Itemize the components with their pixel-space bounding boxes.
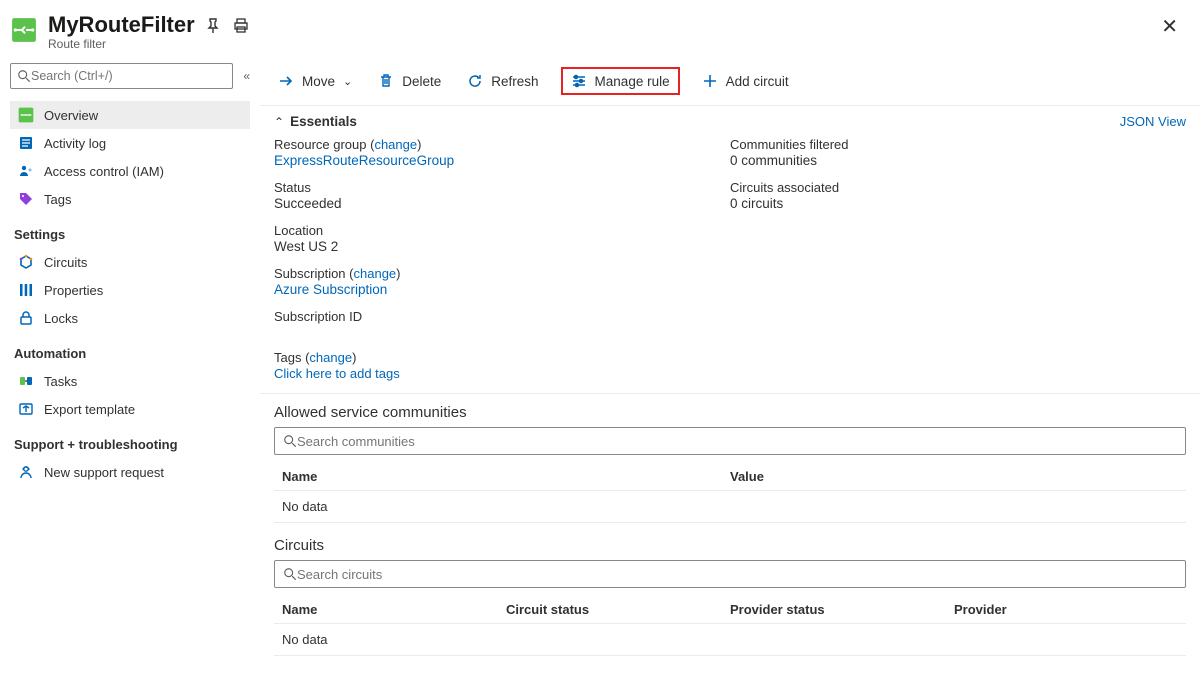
locks-icon [18,310,34,326]
sidebar-item-tasks[interactable]: Tasks [10,367,250,395]
overview-icon [18,107,34,123]
sidebar-section-support: Support + troubleshooting [10,423,250,458]
sidebar-item-label: New support request [44,465,164,480]
sidebar-search-input[interactable] [31,69,226,83]
sidebar-item-label: Overview [44,108,98,123]
refresh-button[interactable]: Refresh [463,69,542,93]
search-icon [17,69,31,83]
sidebar-item-overview[interactable]: Overview [10,101,250,129]
col-value: Value [730,469,1178,484]
rg-value-link[interactable]: ExpressRouteResourceGroup [274,153,454,168]
properties-icon [18,282,34,298]
support-icon [18,464,34,480]
print-icon[interactable] [233,18,249,37]
cmd-label: Add circuit [726,74,789,89]
sub-change-link[interactable]: change [354,266,397,281]
cmd-label: Manage rule [595,74,670,89]
export-template-icon [18,401,34,417]
communities-value: 0 communities [730,153,1186,168]
circuits-search-input[interactable] [297,567,1177,582]
col-provider-status: Provider status [730,602,954,617]
manage-rule-button[interactable]: Manage rule [561,67,680,95]
search-icon [283,567,297,581]
refresh-icon [467,73,483,89]
add-icon [702,73,718,89]
no-data-row: No data [282,632,506,647]
rg-label: Resource group (change) [274,137,730,152]
location-label: Location [274,223,730,238]
status-label: Status [274,180,730,195]
communities-label: Communities filtered [730,137,1186,152]
sidebar-item-iam[interactable]: Access control (IAM) [10,157,250,185]
col-provider: Provider [954,602,1178,617]
command-bar: Move ⌄ Delete Refresh Manage rule [260,57,1200,106]
sub-value-link[interactable]: Azure Subscription [274,282,387,297]
delete-button[interactable]: Delete [374,69,445,93]
tags-change-link[interactable]: change [309,350,352,365]
chevron-down-icon: ⌄ [343,75,352,88]
add-circuit-button[interactable]: Add circuit [698,69,793,93]
cmd-label: Move [302,74,335,89]
sidebar-item-activity-log[interactable]: Activity log [10,129,250,157]
tags-icon [18,191,34,207]
move-icon [278,73,294,89]
move-button[interactable]: Move ⌄ [274,69,356,93]
sidebar-item-tags[interactable]: Tags [10,185,250,213]
col-name: Name [282,469,730,484]
json-view-link[interactable]: JSON View [1120,114,1186,129]
circuits-title: Circuits [274,537,1186,554]
sidebar-section-automation: Automation [10,332,250,367]
activity-log-icon [18,135,34,151]
circuits-icon [18,254,34,270]
close-icon[interactable]: ✕ [1161,14,1178,39]
no-data-row: No data [282,499,730,514]
circuits-search[interactable] [274,560,1186,588]
sidebar-item-label: Properties [44,283,103,298]
rg-change-link[interactable]: change [374,137,417,152]
collapse-sidebar-icon[interactable]: « [243,69,250,83]
route-filter-icon [10,16,38,44]
sidebar-item-label: Activity log [44,136,106,151]
sidebar-item-label: Tags [44,192,71,207]
sidebar-item-label: Access control (IAM) [44,164,164,179]
communities-title: Allowed service communities [274,404,1186,421]
sub-label: Subscription (change) [274,266,730,281]
sidebar-item-label: Locks [44,311,78,326]
sidebar-item-locks[interactable]: Locks [10,304,250,332]
page-subtitle: Route filter [48,37,195,51]
circuits-label: Circuits associated [730,180,1186,195]
iam-icon [18,163,34,179]
search-icon [283,434,297,448]
manage-rule-icon [571,73,587,89]
sidebar-item-new-support[interactable]: New support request [10,458,250,486]
location-value: West US 2 [274,239,730,254]
page-title: MyRouteFilter [48,12,195,38]
col-circuit-status: Circuit status [506,602,730,617]
sidebar-item-properties[interactable]: Properties [10,276,250,304]
essentials-title: Essentials [290,114,1120,129]
sidebar-item-circuits[interactable]: Circuits [10,248,250,276]
subid-label: Subscription ID [274,309,730,324]
essentials-toggle-icon[interactable]: ⌃ [274,115,284,129]
communities-search[interactable] [274,427,1186,455]
delete-icon [378,73,394,89]
circuits-value: 0 circuits [730,196,1186,211]
sidebar-item-label: Tasks [44,374,77,389]
sidebar-item-label: Circuits [44,255,87,270]
tags-label: Tags (change) [274,350,1186,365]
sidebar-item-label: Export template [44,402,135,417]
cmd-label: Delete [402,74,441,89]
sidebar-search[interactable] [10,63,233,89]
sidebar-item-export-template[interactable]: Export template [10,395,250,423]
status-value: Succeeded [274,196,730,211]
sidebar-section-settings: Settings [10,213,250,248]
communities-search-input[interactable] [297,434,1177,449]
add-tags-link[interactable]: Click here to add tags [274,366,400,381]
cmd-label: Refresh [491,74,538,89]
tasks-icon [18,373,34,389]
col-name: Name [282,602,506,617]
pin-icon[interactable] [205,18,221,37]
